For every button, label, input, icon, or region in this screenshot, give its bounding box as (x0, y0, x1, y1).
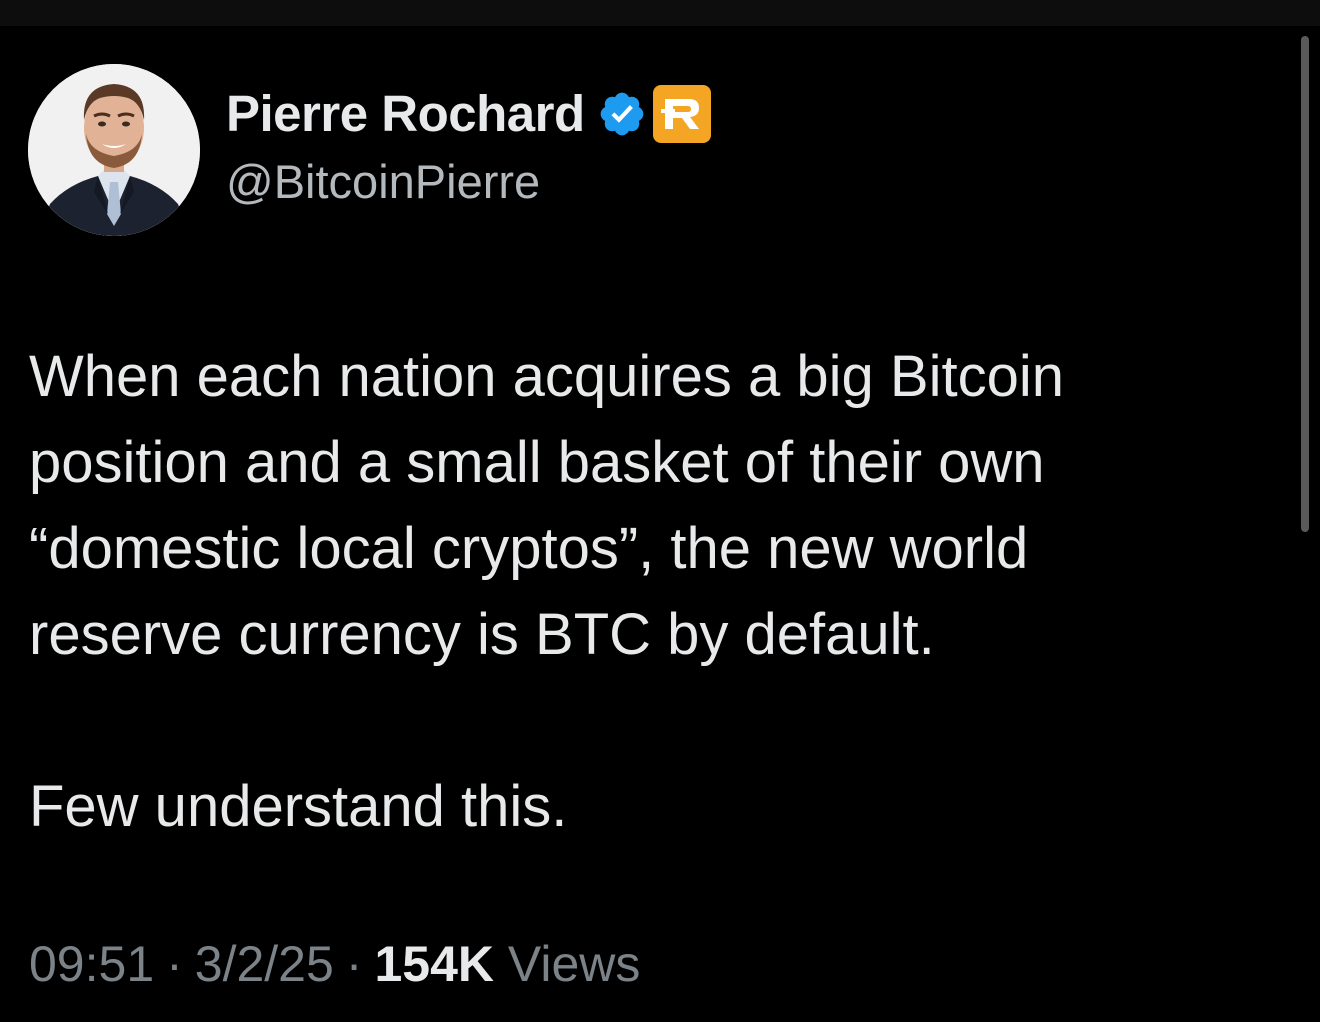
separator: · (345, 936, 363, 992)
scrollbar[interactable] (1301, 36, 1309, 532)
tweet-body: When each nation acquires a big Bitcoin … (29, 334, 1269, 850)
tweet-time[interactable]: 09:51 (29, 936, 154, 992)
separator: · (166, 936, 183, 992)
author-handle[interactable]: @BitcoinPierre (226, 152, 711, 212)
author-display-name[interactable]: Pierre Rochard (226, 82, 585, 146)
author-info: Pierre Rochard @BitcoinPierre (226, 82, 711, 212)
views-label: Views (507, 936, 641, 992)
avatar[interactable] (28, 64, 200, 236)
top-status-strip (0, 0, 1320, 26)
tweet-meta: 09:51 · 3/2/25 · 154K Views (29, 930, 640, 998)
views-count[interactable]: 154K (374, 936, 494, 992)
tweet-header: Pierre Rochard @BitcoinPierre (28, 64, 1228, 238)
affiliate-logo-icon[interactable] (652, 85, 711, 143)
tweet-paragraph: When each nation acquires a big Bitcoin … (29, 344, 1064, 667)
tweet-paragraph: Few understand this. (29, 774, 568, 839)
name-row: Pierre Rochard (226, 82, 711, 146)
verified-badge-icon[interactable] (597, 89, 647, 139)
tweet-date[interactable]: 3/2/25 (195, 936, 334, 992)
profile-photo-icon (28, 64, 200, 236)
